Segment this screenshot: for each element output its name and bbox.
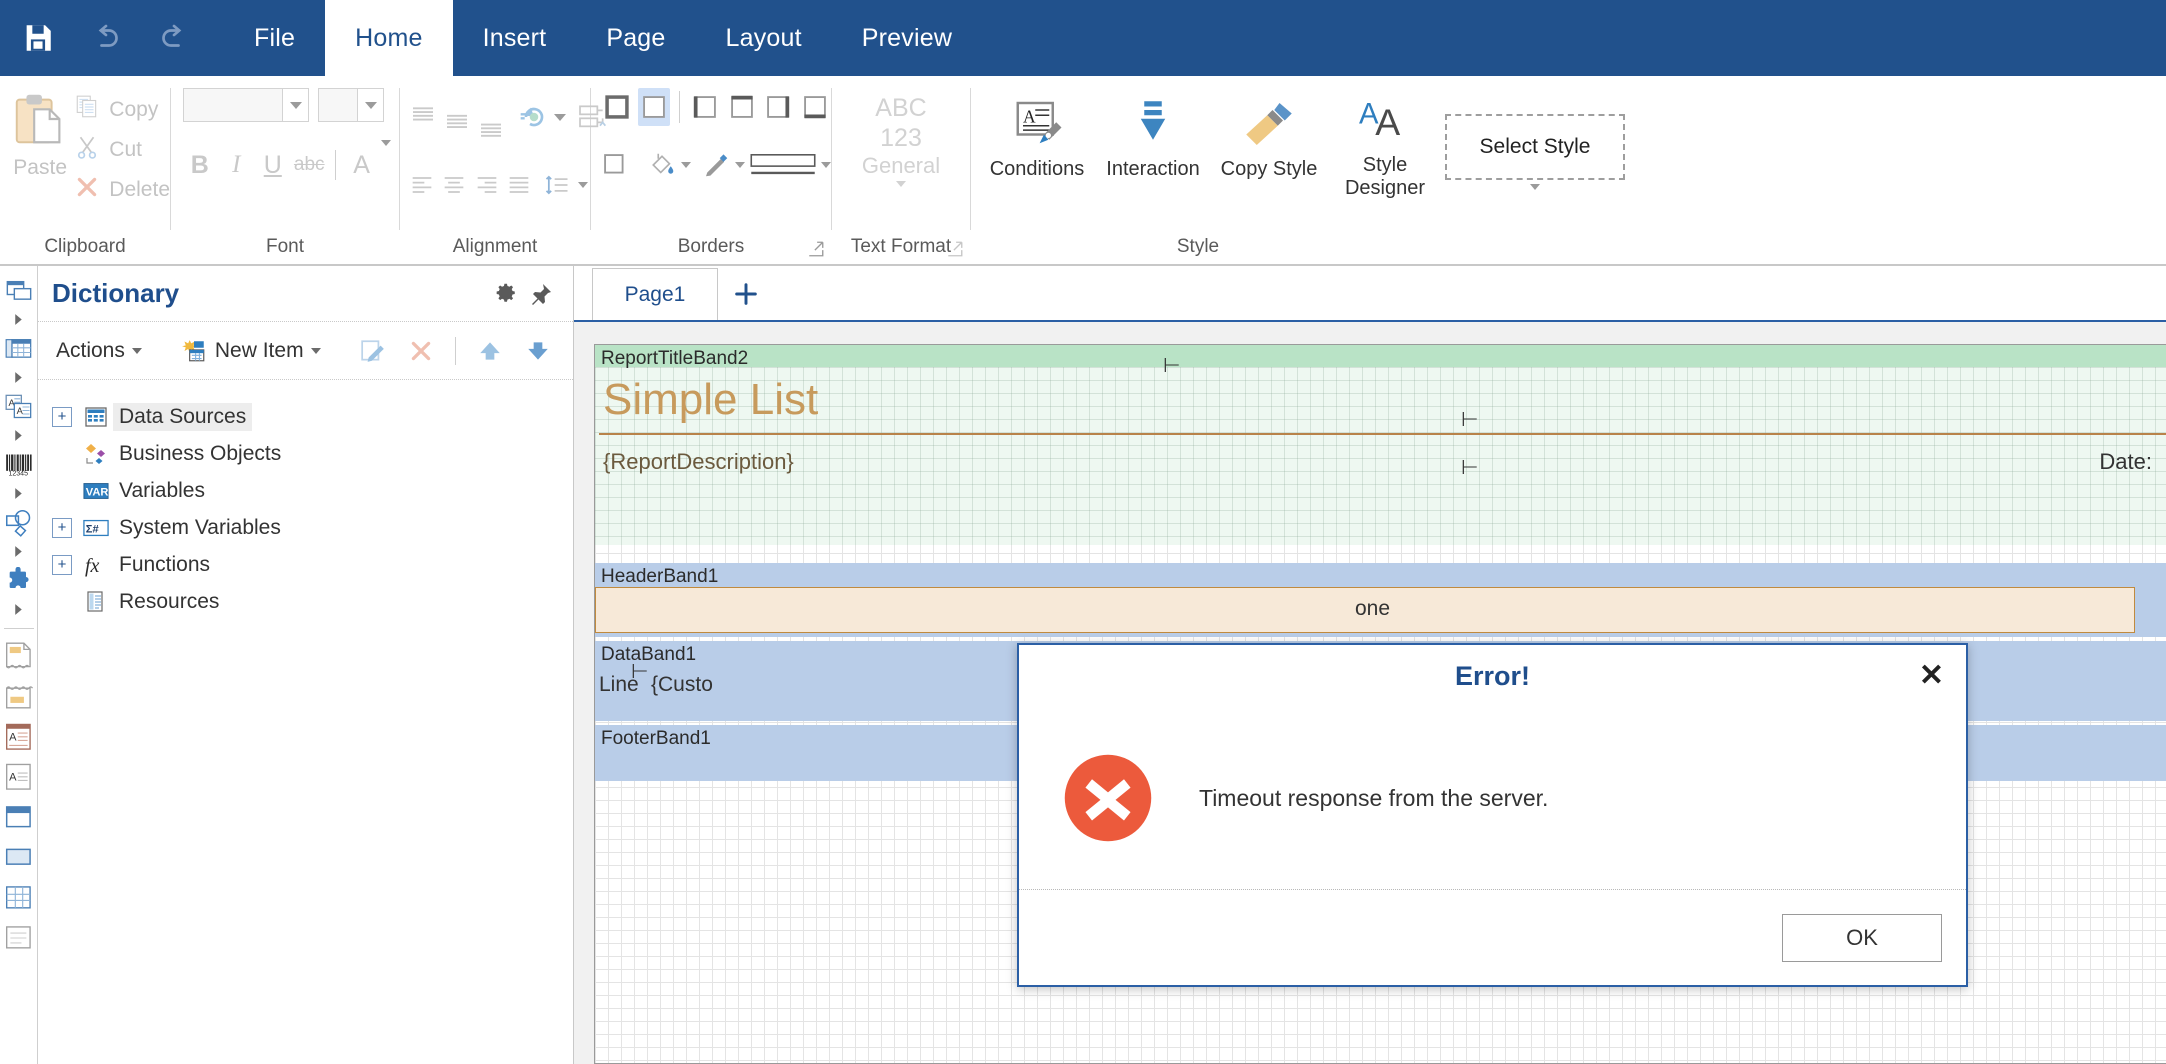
modal-overlay: Error! ✕ Timeout response from the serve… [0, 0, 2166, 1064]
ok-button[interactable]: OK [1782, 913, 1942, 962]
error-dialog-body: Timeout response from the server. [1019, 707, 1966, 889]
error-dialog-footer: OK [1019, 889, 1966, 985]
app-window: File Home Insert Page Layout Preview Pas… [0, 0, 2166, 1064]
error-circle-x-icon [1061, 751, 1155, 845]
close-icon[interactable]: ✕ [1919, 661, 1944, 691]
error-dialog-message: Timeout response from the server. [1199, 784, 1549, 811]
error-dialog: Error! ✕ Timeout response from the serve… [1017, 643, 1968, 987]
error-dialog-title: Error! [1454, 660, 1530, 691]
error-dialog-header: Error! ✕ [1019, 645, 1966, 707]
report-title-band-label: ReportTitleBand2 [601, 348, 749, 369]
